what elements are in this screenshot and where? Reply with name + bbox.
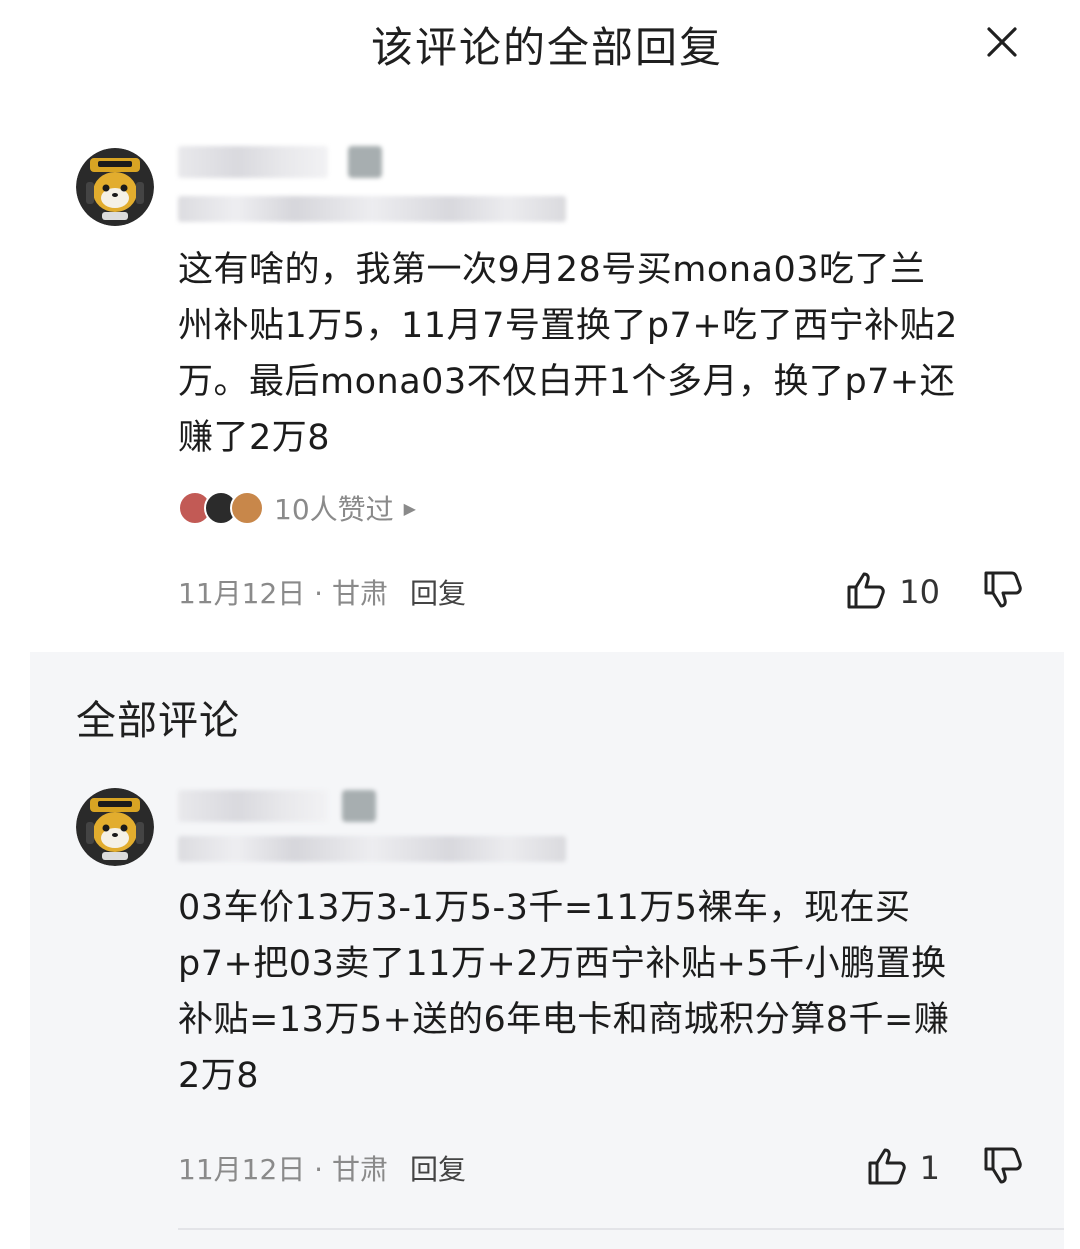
comment-text: 03车价13万3-1万5-3千=11万5裸车，现在买 p7+把03卖了11万+2… bbox=[178, 880, 1038, 1104]
like-button[interactable]: 10 bbox=[845, 569, 940, 615]
main-comment: 这有啥的，我第一次9月28号买mona03吃了兰 州补贴1万5，11月7号置换了… bbox=[30, 110, 1064, 650]
user-meta-blurred bbox=[178, 836, 566, 862]
thumbs-up-icon bbox=[866, 1145, 908, 1191]
thumbs-up-icon bbox=[845, 569, 887, 615]
like-count: 10 bbox=[899, 573, 940, 611]
comment-line: 2万8 bbox=[178, 1056, 260, 1096]
all-comments-section: 全部评论 03车价13万3-1万5-3千=11万5裸车，现在买 p7+把03卖了… bbox=[30, 652, 1064, 1249]
likers-count-label: 10人赞过 bbox=[274, 493, 394, 526]
right-edge bbox=[1064, 0, 1080, 1249]
username-blurred bbox=[178, 146, 328, 178]
comment-line: 补贴=13万5+送的6年电卡和商城积分算8千=赚 bbox=[178, 1000, 950, 1040]
liker-avatar bbox=[230, 491, 264, 525]
comment-line: 赚了2万8 bbox=[178, 418, 331, 458]
user-badge-blurred bbox=[342, 790, 376, 822]
left-edge bbox=[0, 0, 30, 1249]
divider bbox=[178, 1228, 1064, 1230]
likers-row[interactable]: 10人赞过 ▶ bbox=[178, 488, 416, 528]
reply-panel: 该评论的全部回复 这有啥的，我第一次9月28号买mona03吃了兰 州补贴1万5… bbox=[0, 0, 1080, 1249]
comment-line: 州补贴1万5，11月7号置换了p7+吃了西宁补贴2 bbox=[178, 306, 958, 346]
reply-button[interactable]: 回复 bbox=[410, 1148, 466, 1188]
comment-date-location: 11月12日 · 甘肃 bbox=[178, 1153, 388, 1186]
comment-line: p7+把03卖了11万+2万西宁补贴+5千小鹏置换 bbox=[178, 944, 947, 984]
comment-footer: 11月12日 · 甘肃 回复 10 bbox=[178, 570, 1024, 614]
username-blurred bbox=[178, 790, 328, 822]
comment-date-location: 11月12日 · 甘肃 bbox=[178, 577, 388, 610]
like-button[interactable]: 1 bbox=[866, 1145, 940, 1191]
avatar[interactable] bbox=[76, 788, 154, 866]
thumbs-down-icon[interactable] bbox=[982, 1145, 1024, 1191]
comment-line: 03车价13万3-1万5-3千=11万5裸车，现在买 bbox=[178, 888, 911, 928]
user-meta-blurred bbox=[178, 196, 566, 222]
avatar[interactable] bbox=[76, 148, 154, 226]
reply-button[interactable]: 回复 bbox=[410, 572, 466, 612]
comment-footer: 11月12日 · 甘肃 回复 1 bbox=[178, 1146, 1024, 1190]
user-badge-blurred bbox=[348, 146, 382, 178]
thumbs-down-icon[interactable] bbox=[982, 569, 1024, 615]
chevron-right-icon: ▶ bbox=[403, 498, 416, 518]
section-title: 全部评论 bbox=[76, 698, 240, 744]
panel-title: 该评论的全部回复 bbox=[370, 23, 723, 72]
comment-line: 万。最后mona03不仅白开1个多月，换了p7+还 bbox=[178, 362, 956, 402]
panel-header: 该评论的全部回复 bbox=[30, 0, 1064, 90]
comment-text: 这有啥的，我第一次9月28号买mona03吃了兰 州补贴1万5，11月7号置换了… bbox=[178, 242, 1038, 466]
like-count: 1 bbox=[919, 1149, 940, 1187]
comment-line: 这有啥的，我第一次9月28号买mona03吃了兰 bbox=[178, 250, 926, 290]
close-icon[interactable] bbox=[984, 24, 1020, 60]
